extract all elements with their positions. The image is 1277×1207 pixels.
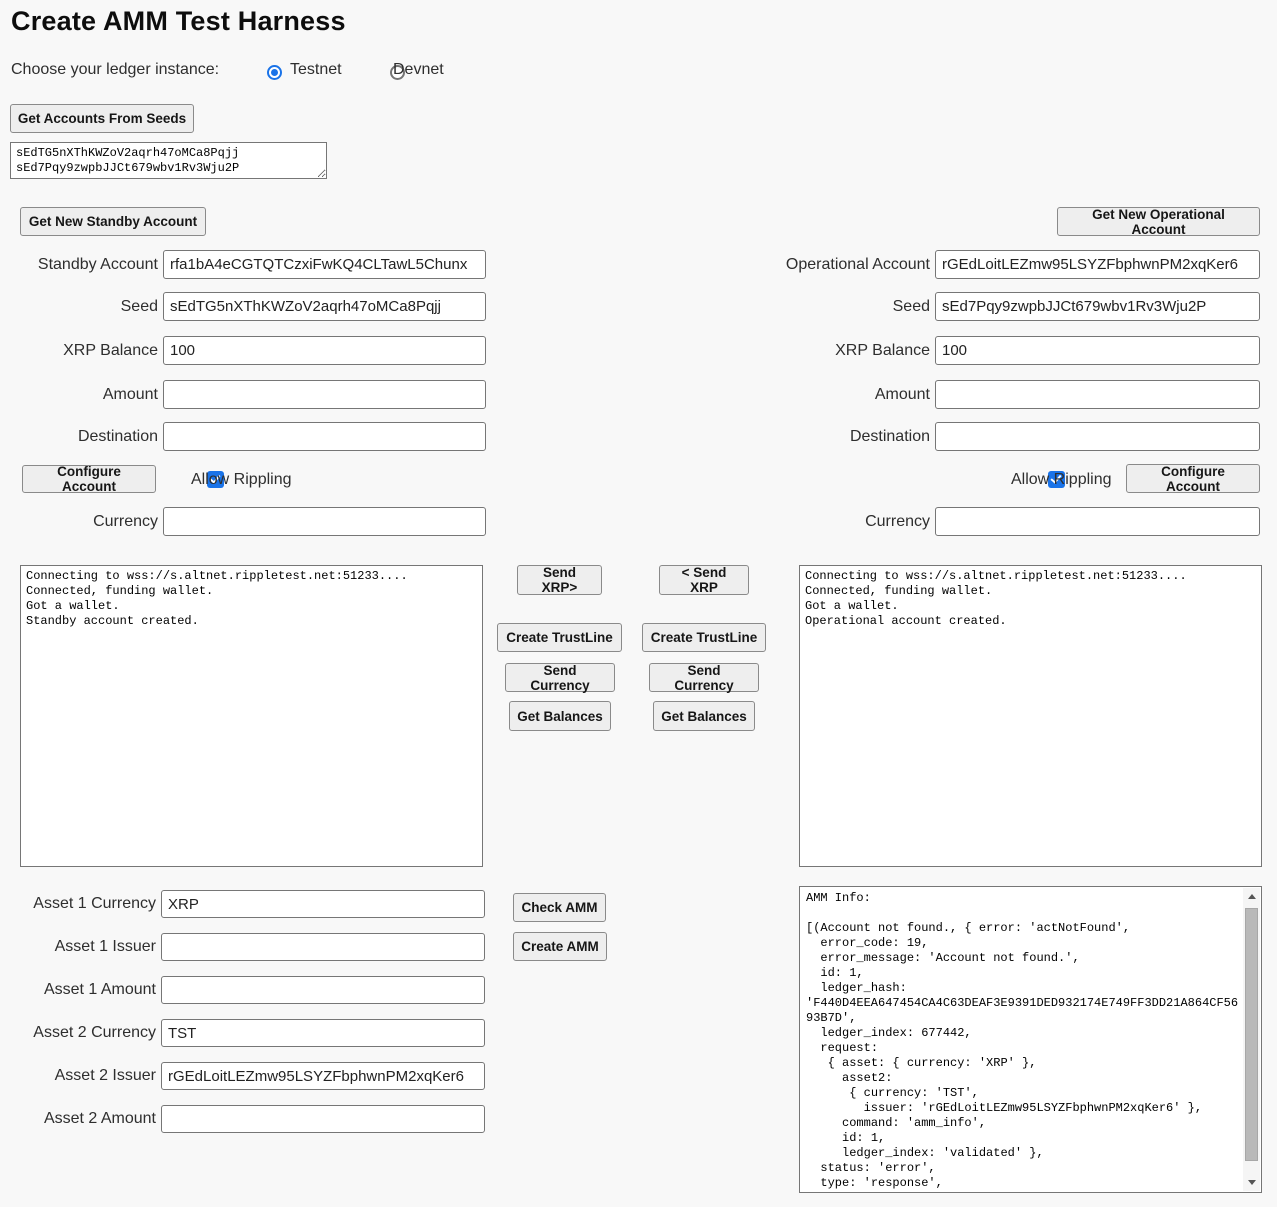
get-new-standby-account-button[interactable]: Get New Standby Account [20, 207, 206, 236]
standby-configure-account-button[interactable]: Configure Account [22, 465, 156, 493]
amm-info-scrollbar[interactable] [1243, 888, 1260, 1191]
testnet-radio[interactable] [267, 65, 282, 80]
operational-configure-account-button[interactable]: Configure Account [1126, 464, 1260, 493]
standby-amount-input[interactable] [163, 380, 486, 409]
operational-seed-input[interactable] [935, 292, 1260, 321]
page-title: Create AMM Test Harness [11, 6, 346, 37]
standby-account-label: Standby Account [0, 256, 163, 274]
operational-create-trustline-button[interactable]: Create TrustLine [642, 623, 766, 652]
asset2-issuer-input[interactable] [161, 1062, 485, 1090]
asset2-currency-label: Asset 2 Currency [0, 1024, 161, 1042]
operational-destination-label: Destination [773, 428, 935, 446]
standby-amount-label: Amount [0, 386, 163, 404]
asset2-issuer-label: Asset 2 Issuer [0, 1067, 161, 1085]
asset1-issuer-input[interactable] [161, 933, 485, 961]
scroll-up-icon[interactable] [1243, 888, 1260, 905]
amm-info-text: AMM Info: [(Account not found., { error:… [806, 891, 1241, 1191]
devnet-label: Devnet [393, 61, 444, 79]
standby-xrp-balance-input[interactable] [163, 336, 486, 365]
standby-log-textarea[interactable]: Connecting to wss://s.altnet.rippletest.… [20, 565, 483, 867]
operational-send-xrp-button[interactable]: < Send XRP [659, 565, 749, 595]
standby-destination-input[interactable] [163, 422, 486, 451]
asset1-currency-input[interactable] [161, 890, 485, 918]
seeds-textarea[interactable]: sEdTG5nXThKWZoV2aqrh47oMCa8Pqjj sEd7Pqy9… [10, 142, 327, 179]
operational-amount-label: Amount [773, 386, 935, 404]
standby-xrp-balance-label: XRP Balance [0, 342, 163, 360]
create-amm-test-harness-page: Create AMM Test Harness Choose your ledg… [0, 0, 1277, 1207]
operational-amount-input[interactable] [935, 380, 1260, 409]
asset1-amount-input[interactable] [161, 976, 485, 1004]
operational-send-currency-button[interactable]: Send Currency [649, 663, 759, 692]
standby-currency-input[interactable] [163, 507, 486, 536]
standby-send-currency-button[interactable]: Send Currency [505, 663, 615, 692]
operational-account-label: Operational Account [773, 256, 935, 274]
operational-seed-label: Seed [773, 298, 935, 316]
standby-seed-label: Seed [0, 298, 163, 316]
standby-currency-label: Currency [0, 513, 163, 531]
standby-allow-rippling-label: Allow Rippling [191, 471, 292, 489]
amm-info-panel[interactable]: AMM Info: [(Account not found., { error:… [799, 886, 1262, 1193]
scroll-down-icon[interactable] [1243, 1174, 1260, 1191]
asset1-amount-label: Asset 1 Amount [0, 981, 161, 999]
get-accounts-from-seeds-button[interactable]: Get Accounts From Seeds [10, 104, 194, 133]
standby-send-xrp-button[interactable]: Send XRP> [517, 565, 602, 595]
operational-currency-label: Currency [773, 513, 935, 531]
operational-allow-rippling-label: Allow Rippling [1011, 471, 1112, 489]
asset2-amount-input[interactable] [161, 1105, 485, 1133]
operational-xrp-balance-input[interactable] [935, 336, 1260, 365]
asset1-issuer-label: Asset 1 Issuer [0, 938, 161, 956]
standby-account-input[interactable] [163, 250, 486, 279]
scrollbar-thumb[interactable] [1245, 908, 1258, 1161]
standby-destination-label: Destination [0, 428, 163, 446]
operational-destination-input[interactable] [935, 422, 1260, 451]
standby-create-trustline-button[interactable]: Create TrustLine [497, 623, 622, 652]
standby-seed-input[interactable] [163, 292, 486, 321]
create-amm-button[interactable]: Create AMM [513, 932, 607, 961]
asset1-currency-label: Asset 1 Currency [0, 895, 161, 913]
check-amm-button[interactable]: Check AMM [513, 893, 606, 922]
testnet-label: Testnet [290, 61, 342, 79]
operational-get-balances-button[interactable]: Get Balances [653, 701, 755, 731]
get-new-operational-account-button[interactable]: Get New Operational Account [1057, 207, 1260, 236]
operational-account-input[interactable] [935, 250, 1260, 279]
asset2-amount-label: Asset 2 Amount [0, 1110, 161, 1128]
operational-currency-input[interactable] [935, 507, 1260, 536]
operational-xrp-balance-label: XRP Balance [773, 342, 935, 360]
operational-log-textarea[interactable]: Connecting to wss://s.altnet.rippletest.… [799, 565, 1262, 867]
asset2-currency-input[interactable] [161, 1019, 485, 1047]
standby-get-balances-button[interactable]: Get Balances [509, 701, 611, 731]
ledger-instance-label: Choose your ledger instance: [11, 61, 219, 79]
